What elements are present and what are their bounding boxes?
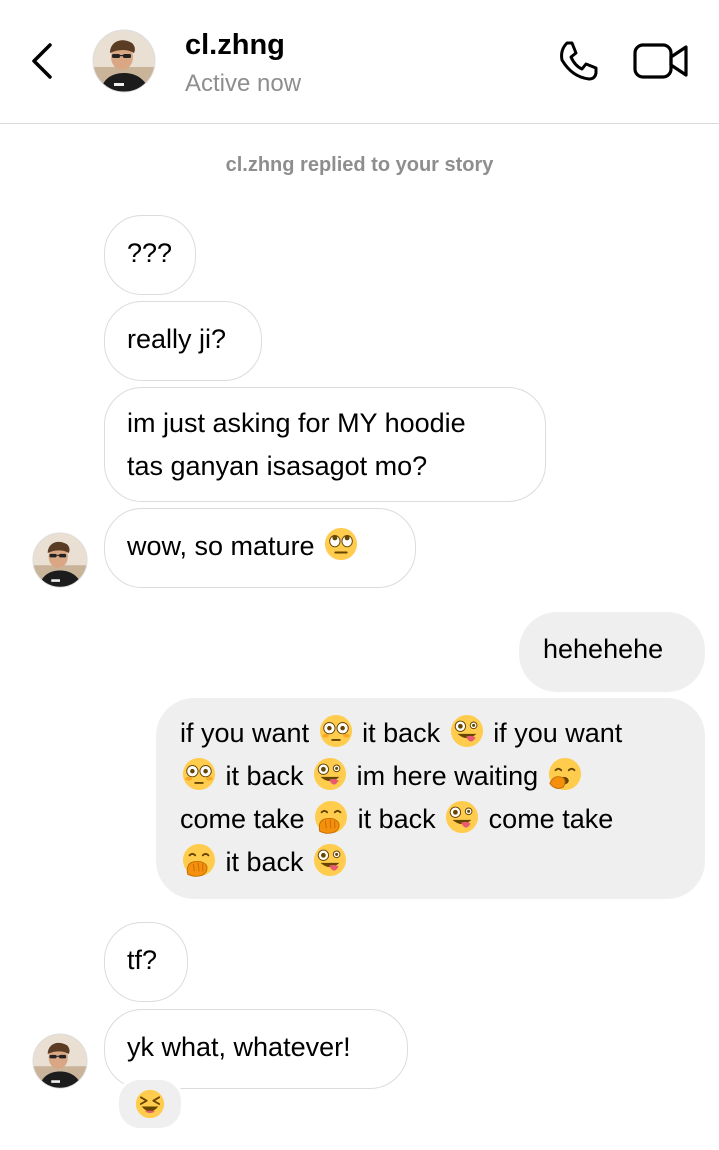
chat-header: cl.zhng Active now	[0, 0, 719, 124]
message-text-line: im just asking for MY hoodie	[127, 408, 466, 438]
message-incoming[interactable]: im just asking for MY hoodie tas ganyan …	[104, 387, 546, 502]
message-text: if you want	[493, 718, 623, 748]
message-text: come take	[180, 804, 305, 834]
video-camera-icon	[633, 43, 688, 79]
message-incoming[interactable]: really ji?	[104, 301, 262, 381]
flushed-emoji-icon	[319, 714, 353, 748]
message-text: tf?	[127, 945, 158, 975]
message-outgoing[interactable]: if you want it back if you want it back …	[156, 698, 705, 899]
message-text: really ji?	[127, 324, 227, 354]
sender-avatar[interactable]	[32, 1033, 88, 1089]
message-text-line: it back im here waiting	[180, 755, 681, 798]
message-text-line: it back	[180, 841, 681, 884]
zany-face-emoji-icon	[445, 800, 479, 834]
message-text: it back	[225, 847, 304, 877]
message-text: yk what, whatever!	[127, 1032, 351, 1062]
message-text: ???	[127, 238, 173, 268]
back-button[interactable]	[20, 36, 64, 86]
audio-call-button[interactable]	[552, 36, 604, 86]
eye-roll-emoji-icon	[324, 527, 358, 561]
message-text: wow, so mature	[127, 531, 315, 561]
message-text-line: tas ganyan isasagot mo?	[127, 451, 428, 481]
hand-over-mouth-emoji-icon	[314, 800, 348, 834]
zany-face-emoji-icon	[313, 757, 347, 791]
phone-icon	[560, 41, 598, 81]
video-call-button[interactable]	[628, 36, 694, 86]
message-text-line: come take it back come take	[180, 798, 681, 841]
message-incoming[interactable]: tf?	[104, 922, 188, 1002]
message-text-line: if you want it back if you want	[180, 712, 681, 755]
message-text: it back	[225, 761, 304, 791]
message-text: hehehehe	[543, 634, 664, 664]
laughing-squint-emoji-icon	[135, 1089, 165, 1119]
chevron-left-icon	[32, 43, 52, 79]
message-text: come take	[488, 804, 614, 834]
chat-username[interactable]: cl.zhng	[185, 27, 285, 63]
message-text: it back	[357, 804, 436, 834]
message-text: it back	[362, 718, 441, 748]
sender-avatar[interactable]	[32, 532, 88, 588]
active-status: Active now	[185, 70, 302, 97]
profile-avatar[interactable]	[92, 29, 156, 93]
flushed-emoji-icon	[182, 757, 216, 791]
yawning-face-emoji-icon	[548, 757, 582, 791]
zany-face-emoji-icon	[450, 714, 484, 748]
message-text: im here waiting	[356, 761, 539, 791]
message-incoming[interactable]: ???	[104, 215, 196, 295]
message-reaction[interactable]	[116, 1077, 184, 1131]
hand-over-mouth-emoji-icon	[182, 843, 216, 877]
message-incoming[interactable]: wow, so mature	[104, 508, 416, 588]
story-reply-note: cl.zhng replied to your story	[225, 154, 494, 176]
message-outgoing[interactable]: hehehehe	[519, 612, 705, 692]
message-text: if you want	[180, 718, 310, 748]
zany-face-emoji-icon	[313, 843, 347, 877]
